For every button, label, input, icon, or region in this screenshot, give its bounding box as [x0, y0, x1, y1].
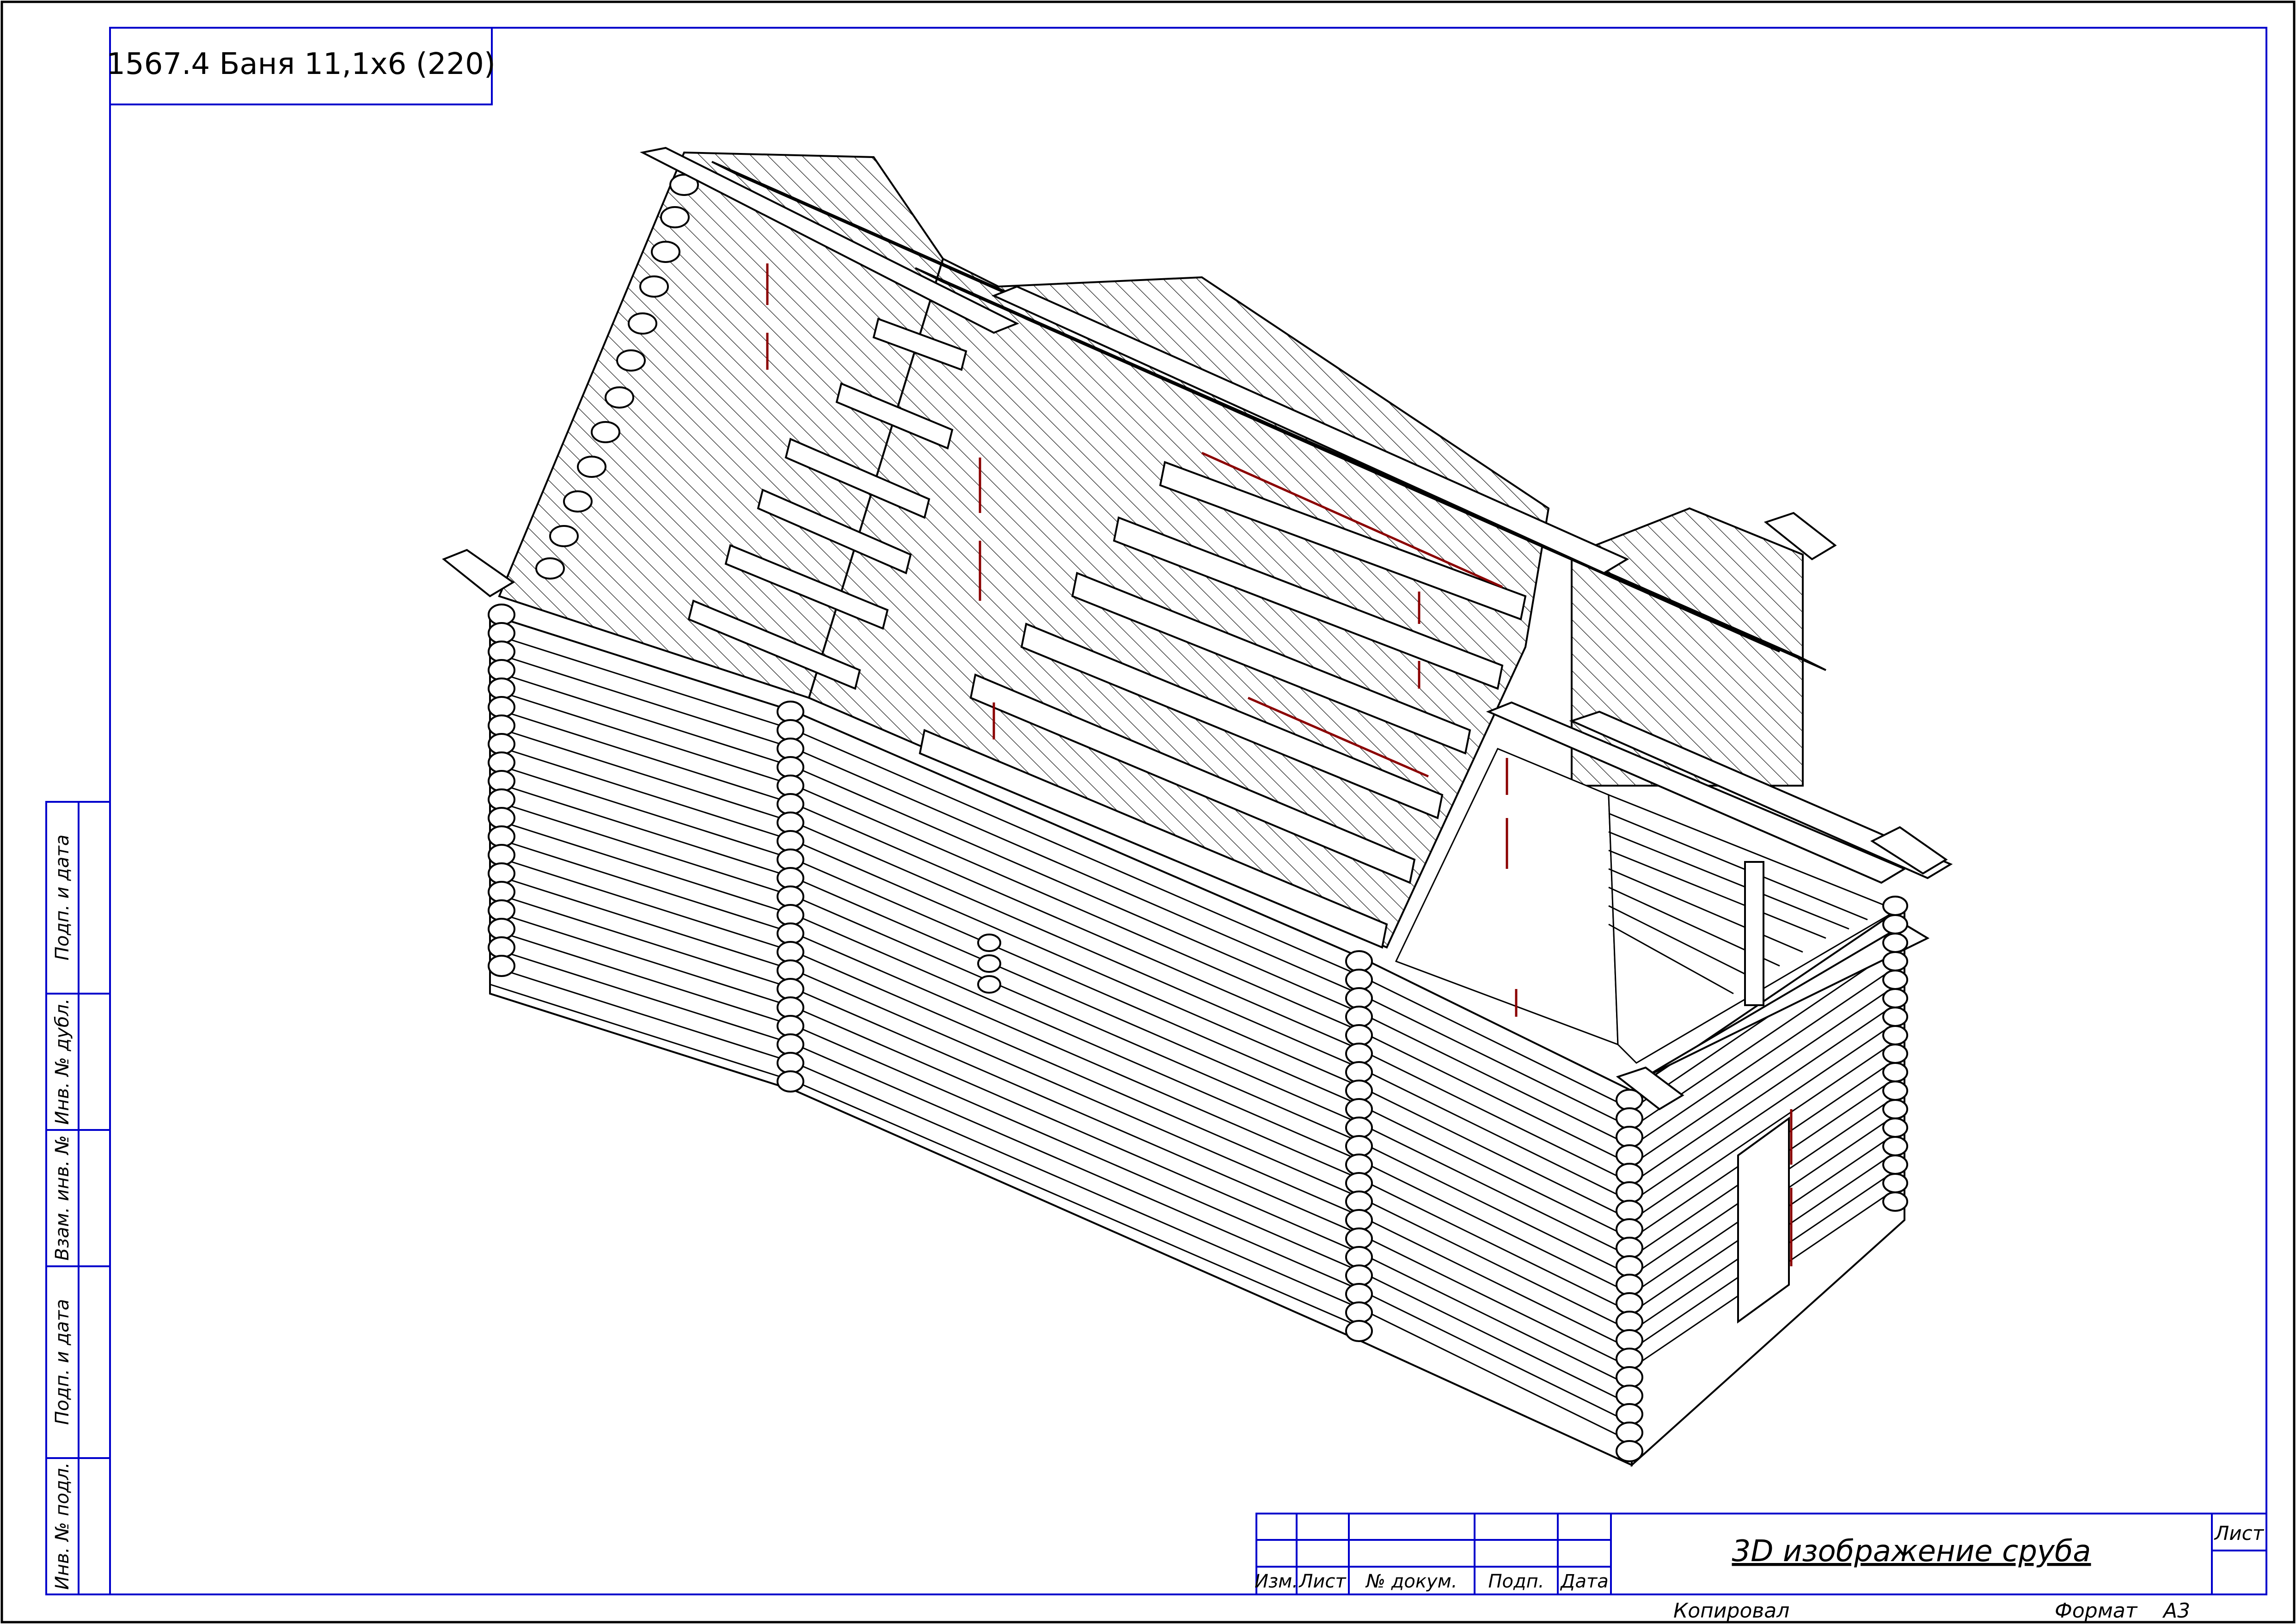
sheet-label: Лист [2214, 1522, 2265, 1545]
copied-label: Копировал [1673, 1599, 1789, 1623]
drawing-name: 3D изображение сруба [1732, 1534, 2091, 1569]
stamp-duplicate-inv: Инв. № дубл. [52, 998, 73, 1125]
header-date: Дата [1560, 1571, 1609, 1592]
title-tag: 1567.4 Баня 11,1х6 (220) [106, 27, 496, 105]
side-stamp-labels: Подп. и дата Инв. № дубл. Взам. инв. № П… [52, 835, 73, 1590]
left-wall [489, 613, 796, 1092]
stamp-signature-date-1: Подп. и дата [52, 835, 73, 960]
corner-log-stack-back-right [1882, 896, 1908, 1212]
header-signature: Подп. [1488, 1571, 1544, 1592]
stamp-signature-date-2: Подп. и дата [52, 1299, 73, 1425]
header-sheet: Лист [1298, 1571, 1347, 1592]
stamp-original-inv: Инв. № подл. [52, 1462, 73, 1590]
format-label: Формат [2055, 1599, 2138, 1623]
stamp-replace-inv: Взам. инв. № [52, 1135, 73, 1261]
title-block-headers: Изм. Лист № докум. Подп. Дата [1255, 1571, 1609, 1592]
log-house-3d-drawing [442, 147, 1953, 1467]
title-tag-text: 1567.4 Баня 11,1х6 (220) [106, 47, 496, 81]
corner-log-stack-partition [1345, 950, 1373, 1342]
porch-post [1744, 861, 1764, 1006]
corner-log-stack-mid [777, 701, 804, 1093]
door-opening [1737, 1117, 1790, 1324]
format-value: А3 [2162, 1599, 2190, 1623]
header-change: Изм. [1255, 1571, 1298, 1592]
drawing-sheet: 1567.4 Баня 11,1х6 (220) Подп. и дата Ин… [0, 0, 2296, 1624]
header-doc-number: № докум. [1365, 1571, 1457, 1592]
